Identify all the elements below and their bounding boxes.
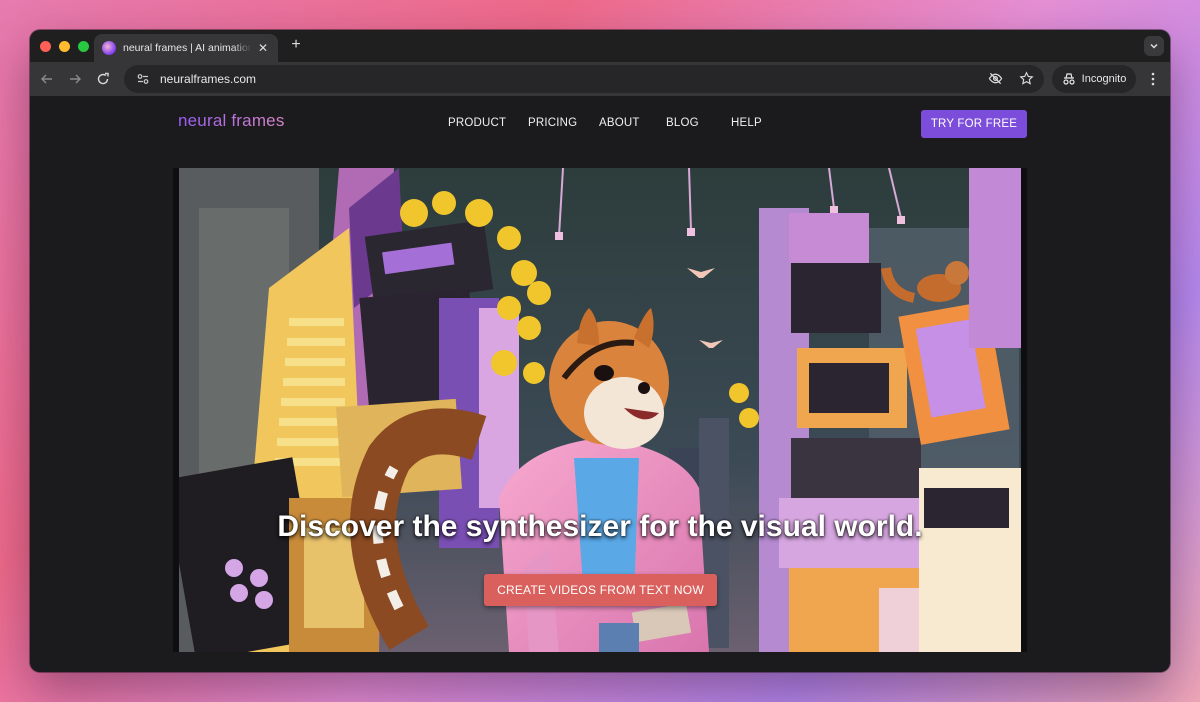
- arrow-left-icon: [41, 74, 52, 84]
- web-page: neural frames PRODUCT PRICING ABOUT BLOG…: [30, 96, 1170, 672]
- reload-button[interactable]: [94, 70, 112, 88]
- address-bar[interactable]: neuralframes.com: [124, 65, 1044, 93]
- window-controls: [40, 41, 89, 52]
- maximize-window-button[interactable]: [78, 41, 89, 52]
- eye-off-icon[interactable]: [988, 71, 1003, 86]
- try-for-free-button[interactable]: TRY FOR FREE: [921, 110, 1027, 138]
- close-window-button[interactable]: [40, 41, 51, 52]
- site-settings-icon[interactable]: [136, 72, 150, 86]
- tab-search-button[interactable]: [1144, 36, 1164, 56]
- nav-blog[interactable]: BLOG: [666, 117, 699, 129]
- incognito-badge[interactable]: Incognito: [1052, 65, 1136, 93]
- browser-window: neural frames | AI animation generator ✕…: [30, 30, 1170, 672]
- arrow-right-icon: [70, 74, 81, 84]
- create-videos-button[interactable]: CREATE VIDEOS FROM TEXT NOW: [484, 574, 717, 606]
- hero-banner: Discover the synthesizer for the visual …: [173, 168, 1027, 652]
- forward-button[interactable]: [66, 70, 84, 88]
- nav-help[interactable]: HELP: [731, 117, 762, 129]
- site-logo[interactable]: neural frames: [178, 111, 285, 131]
- more-vertical-icon: [1151, 72, 1155, 86]
- bookmark-star-icon[interactable]: [1019, 71, 1034, 86]
- tab-close-icon[interactable]: ✕: [256, 41, 270, 55]
- hero-headline: Discover the synthesizer for the visual …: [277, 510, 923, 543]
- minimize-window-button[interactable]: [59, 41, 70, 52]
- reload-icon: [97, 72, 109, 85]
- tab-bar: neural frames | AI animation generator ✕…: [30, 30, 1170, 62]
- nav-about[interactable]: ABOUT: [599, 117, 640, 129]
- tab-title: neural frames | AI animation generator: [123, 42, 252, 54]
- nav-product[interactable]: PRODUCT: [448, 117, 506, 129]
- site-favicon-icon: [102, 41, 116, 55]
- browser-menu-button[interactable]: [1144, 70, 1162, 88]
- browser-toolbar: neuralframes.com Incognito: [30, 62, 1170, 96]
- incognito-label: Incognito: [1081, 73, 1127, 85]
- back-button[interactable]: [38, 70, 56, 88]
- incognito-icon: [1063, 73, 1075, 85]
- new-tab-button[interactable]: +: [286, 36, 306, 54]
- nav-pricing[interactable]: PRICING: [528, 117, 577, 129]
- active-tab[interactable]: neural frames | AI animation generator ✕: [94, 34, 278, 62]
- chevron-down-icon: [1150, 43, 1158, 49]
- url-text: neuralframes.com: [160, 72, 257, 86]
